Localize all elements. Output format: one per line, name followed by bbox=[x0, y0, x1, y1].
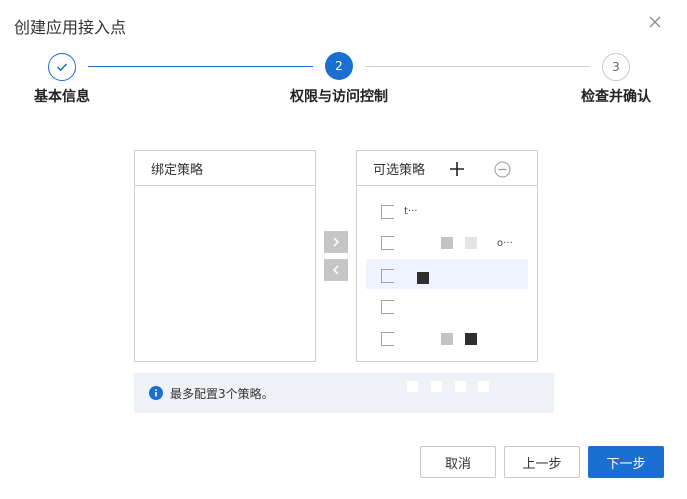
placeholder-block bbox=[465, 333, 477, 345]
chevron-left-icon bbox=[332, 265, 339, 275]
available-policies-panel: 可选策略 bbox=[356, 150, 538, 362]
option-checkbox[interactable] bbox=[381, 236, 394, 250]
placeholder-block bbox=[478, 381, 489, 392]
option-label: t··· bbox=[404, 206, 418, 217]
bound-policies-title: 绑定策略 bbox=[151, 162, 204, 178]
placeholder-block bbox=[441, 237, 453, 249]
placeholder-block bbox=[441, 333, 453, 345]
bound-policies-panel: 绑定策略 bbox=[134, 150, 316, 362]
step-3-circle: 3 bbox=[602, 53, 630, 81]
step-connector-2 bbox=[365, 66, 590, 67]
placeholder-block bbox=[431, 381, 442, 392]
step-1-label: 基本信息 bbox=[34, 89, 90, 105]
available-policies-title: 可选策略 bbox=[373, 162, 426, 178]
step-connector-1 bbox=[88, 66, 313, 67]
step-3-label: 检查并确认 bbox=[581, 89, 651, 105]
next-button[interactable]: 下一步 bbox=[588, 446, 664, 478]
option-checkbox[interactable] bbox=[381, 205, 394, 219]
option-checkbox[interactable] bbox=[381, 332, 394, 346]
step-2-circle: 2 bbox=[325, 52, 353, 80]
chevron-right-icon bbox=[333, 237, 340, 247]
placeholder-block bbox=[407, 381, 418, 392]
check-icon bbox=[56, 63, 68, 72]
bound-policies-header: 绑定策略 bbox=[135, 151, 315, 186]
option-row-highlight[interactable] bbox=[366, 259, 528, 289]
info-icon bbox=[149, 386, 163, 400]
dialog-title: 创建应用接入点 bbox=[14, 18, 127, 37]
placeholder-block bbox=[455, 381, 466, 392]
previous-button[interactable]: 上一步 bbox=[504, 446, 580, 478]
info-notice: 最多配置3个策略。 bbox=[134, 373, 554, 413]
move-left-button[interactable] bbox=[324, 259, 348, 281]
close-icon[interactable] bbox=[646, 13, 664, 31]
cancel-button[interactable]: 取消 bbox=[420, 446, 496, 478]
available-policies-header: 可选策略 bbox=[357, 151, 537, 186]
option-label: o··· bbox=[497, 238, 513, 249]
move-right-button[interactable] bbox=[324, 231, 348, 253]
option-checkbox[interactable] bbox=[381, 269, 394, 283]
info-text: 最多配置3个策略。 bbox=[170, 386, 274, 401]
placeholder-block bbox=[465, 237, 477, 249]
placeholder-block bbox=[417, 272, 429, 284]
step-2-label: 权限与访问控制 bbox=[290, 89, 388, 105]
minus-circle-icon[interactable] bbox=[494, 161, 511, 178]
plus-icon[interactable] bbox=[448, 160, 466, 178]
step-1-circle bbox=[48, 53, 76, 81]
option-checkbox[interactable] bbox=[381, 300, 394, 314]
